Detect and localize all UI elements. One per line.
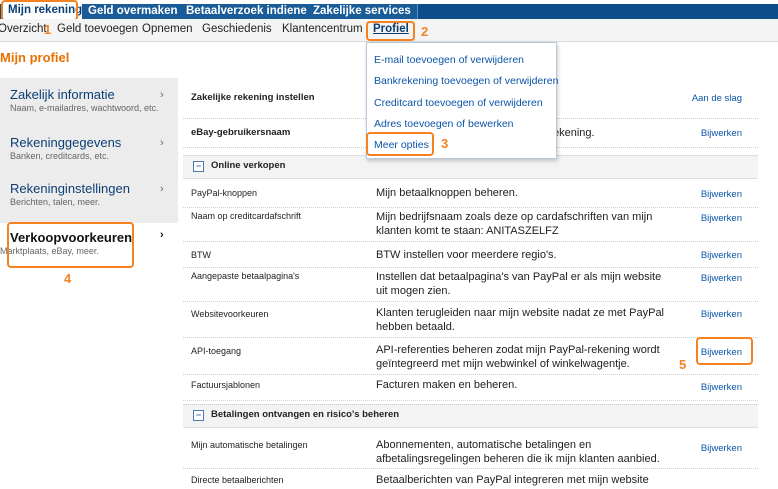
annotation-box-1 bbox=[1, 0, 78, 21]
subnav-geschiedenis[interactable]: Geschiedenis bbox=[202, 23, 272, 35]
sidebar-item-label: Zakelijk informatie bbox=[10, 87, 115, 102]
bijwerken-link[interactable]: Bijwerken bbox=[701, 382, 742, 393]
bijwerken-link[interactable]: Bijwerken bbox=[701, 250, 742, 261]
row-desc: Mijn bedrijfsnaam zoals deze op cardafsc… bbox=[376, 211, 653, 237]
bijwerken-link[interactable]: Bijwerken bbox=[701, 213, 742, 224]
annotation-number-4: 4 bbox=[64, 271, 72, 286]
menu-item-creditcard[interactable]: Creditcard toevoegen of verwijderen bbox=[374, 97, 543, 109]
row-desc: BTW instellen voor meerdere regio's. bbox=[376, 249, 557, 261]
table-row: Naam op creditcardafschrift Mijn bedrijf… bbox=[183, 208, 758, 242]
subnav-klantencentrum[interactable]: Klantencentrum bbox=[282, 23, 363, 35]
sidebar-item-sub: Naam, e-mailadres, wachtwoord, etc. bbox=[10, 103, 159, 113]
chevron-right-icon: › bbox=[160, 89, 164, 101]
row-label: eBay-gebruikersnaam bbox=[191, 127, 291, 138]
sidebar-item-rekeninginstellingen[interactable]: Rekeninginstellingen Berichten, talen, m… bbox=[0, 181, 178, 221]
row-label: Websitevoorkeuren bbox=[191, 309, 269, 319]
section-title: Betalingen ontvangen en risico's beheren bbox=[211, 409, 400, 420]
annotation-box-5 bbox=[696, 337, 753, 365]
tab-zakelijke-services[interactable]: Zakelijke services bbox=[307, 4, 418, 19]
row-desc: Abonnementen, automatische betalingen en… bbox=[376, 439, 660, 465]
chevron-right-icon: › bbox=[160, 137, 164, 149]
annotation-box-3 bbox=[366, 132, 434, 156]
bijwerken-link[interactable]: Bijwerken bbox=[701, 189, 742, 200]
annotation-number-2: 2 bbox=[421, 24, 429, 39]
table-row: BTW BTW instellen voor meerdere regio's.… bbox=[183, 242, 758, 268]
row-label: Directe betaalberichten bbox=[191, 475, 284, 485]
top-tab-bar: Mijn rekening Geld overmaken Betaalverzo… bbox=[0, 0, 778, 19]
tab-geld-overmaken[interactable]: Geld overmaken bbox=[82, 4, 185, 19]
table-row: Aangepaste betaalpagina's Instellen dat … bbox=[183, 268, 758, 302]
row-desc: ekening. bbox=[553, 127, 595, 139]
aan-de-slag-link[interactable]: Aan de slag bbox=[692, 93, 742, 104]
bijwerken-link[interactable]: Bijwerken bbox=[701, 128, 742, 139]
annotation-number-3: 3 bbox=[441, 136, 449, 151]
sidebar-item-zakelijk-informatie[interactable]: Zakelijk informatie Naam, e-mailadres, w… bbox=[0, 87, 178, 127]
row-label: Factuursjablonen bbox=[191, 380, 261, 390]
row-label: API-toegang bbox=[191, 346, 242, 356]
menu-item-bankrekening[interactable]: Bankrekening toevoegen of verwijderen bbox=[374, 75, 558, 87]
row-label: BTW bbox=[191, 250, 211, 260]
row-desc: Facturen maken en beheren. bbox=[376, 379, 518, 391]
menu-item-adres[interactable]: Adres toevoegen of bewerken bbox=[374, 118, 514, 130]
row-label: Naam op creditcardafschrift bbox=[191, 211, 302, 221]
row-label: PayPal-knoppen bbox=[191, 188, 258, 198]
row-label: Aangepaste betaalpagina's bbox=[191, 271, 300, 281]
table-row: Websitevoorkeuren Klanten terugleiden na… bbox=[183, 302, 758, 338]
page-title: Mijn profiel bbox=[0, 50, 70, 65]
collapse-icon[interactable]: − bbox=[193, 410, 204, 421]
row-desc: API-referenties beheren zodat mijn PayPa… bbox=[376, 344, 660, 370]
row-label: Zakelijke rekening instellen bbox=[191, 92, 315, 103]
row-label: Mijn automatische betalingen bbox=[191, 440, 308, 450]
section-betalingen-ontvangen[interactable]: − Betalingen ontvangen en risico's beher… bbox=[183, 404, 758, 428]
collapse-icon[interactable]: − bbox=[193, 161, 204, 172]
subnav-opnemen[interactable]: Opnemen bbox=[142, 23, 193, 35]
bijwerken-link[interactable]: Bijwerken bbox=[701, 309, 742, 320]
row-desc: Klanten terugleiden naar mijn website na… bbox=[376, 307, 665, 333]
annotation-number-1: 1 bbox=[44, 22, 52, 37]
menu-item-email[interactable]: E-mail toevoegen of verwijderen bbox=[374, 54, 524, 66]
annotation-box-2 bbox=[366, 21, 415, 41]
sidebar-item-label: Rekeninggegevens bbox=[10, 135, 122, 150]
sidebar-item-rekeninggegevens[interactable]: Rekeninggegevens Banken, creditcards, et… bbox=[0, 135, 178, 175]
bijwerken-link[interactable]: Bijwerken bbox=[701, 443, 742, 454]
row-desc: Mijn betaalknoppen beheren. bbox=[376, 187, 518, 199]
bijwerken-link[interactable]: Bijwerken bbox=[701, 273, 742, 284]
tab-betaalverzoek[interactable]: Betaalverzoek indienen bbox=[180, 4, 321, 19]
table-row: Mijn automatische betalingen Abonnemente… bbox=[183, 431, 758, 469]
subnav-overzicht[interactable]: Overzicht bbox=[0, 23, 47, 35]
annotation-number-5: 5 bbox=[679, 357, 687, 372]
section-title: Online verkopen bbox=[211, 160, 286, 171]
row-desc: Instellen dat betaalpagina's van PayPal … bbox=[376, 271, 662, 297]
annotation-box-4 bbox=[7, 222, 134, 268]
table-row: PayPal-knoppen Mijn betaalknoppen behere… bbox=[183, 180, 758, 208]
subnav-geld-toevoegen[interactable]: Geld toevoegen bbox=[57, 23, 138, 35]
table-row: Directe betaalberichten Betaalberichten … bbox=[183, 469, 758, 489]
chevron-right-icon: › bbox=[160, 229, 164, 241]
table-row: Factuursjablonen Facturen maken en beher… bbox=[183, 375, 758, 401]
chevron-right-icon: › bbox=[160, 183, 164, 195]
sidebar-item-sub: Banken, creditcards, etc. bbox=[10, 151, 110, 161]
sidebar-item-label: Rekeninginstellingen bbox=[10, 181, 130, 196]
table-row: API-toegang API-referenties beheren zoda… bbox=[183, 338, 758, 375]
sidebar-item-sub: Berichten, talen, meer. bbox=[10, 197, 101, 207]
row-desc: Betaalberichten van PayPal integreren me… bbox=[376, 474, 649, 486]
